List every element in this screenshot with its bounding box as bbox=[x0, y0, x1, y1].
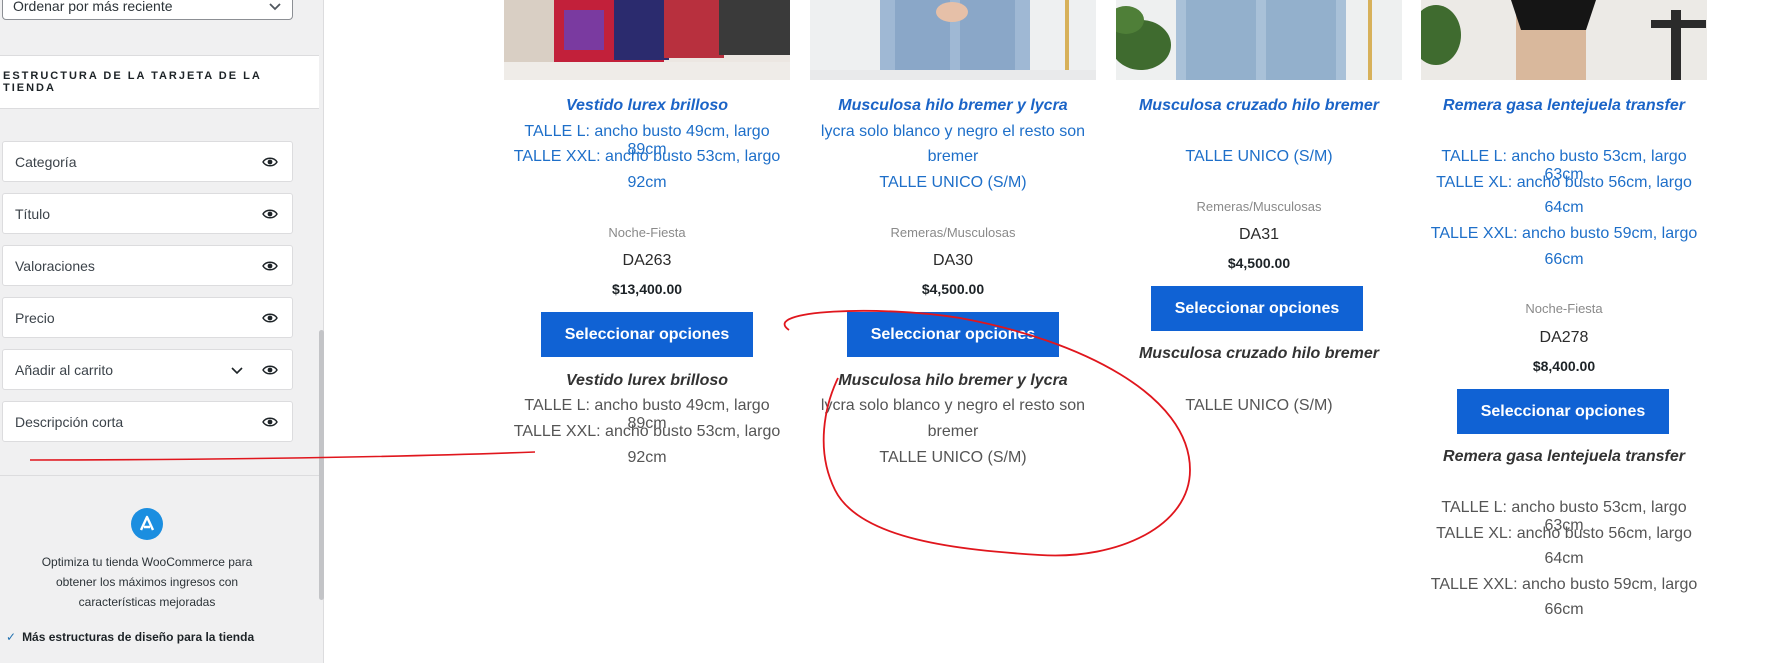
product-sku: DA30 bbox=[932, 252, 974, 269]
product-price: $4,500.00 bbox=[921, 281, 985, 297]
product-short-desc-line: 92cm bbox=[627, 449, 667, 466]
eye-icon[interactable] bbox=[262, 207, 278, 221]
product-desc-line: 92cm bbox=[627, 174, 667, 191]
product-desc-line: TALLE XXL: ancho busto 59cm, largo bbox=[1430, 225, 1698, 242]
feature-label: Más estructuras de diseño para la tienda bbox=[22, 630, 255, 644]
product-price: $4,500.00 bbox=[1227, 255, 1291, 271]
select-options-button[interactable]: Seleccionar opciones bbox=[1151, 286, 1363, 331]
product-title[interactable]: Musculosa cruzado hilo bremer bbox=[1116, 97, 1402, 115]
product-title-secondary: Vestido lurex brilloso bbox=[565, 372, 729, 389]
product-title-secondary: Musculosa hilo bremer y lycra bbox=[838, 372, 1068, 389]
select-options-button[interactable]: Seleccionar opciones bbox=[1457, 389, 1669, 434]
product-short-desc-line: TALLE UNICO (S/M) bbox=[1185, 397, 1333, 414]
card-item-label: Título bbox=[15, 206, 51, 222]
product-desc-line: 64cm bbox=[1544, 199, 1584, 216]
card-item-label: Precio bbox=[15, 310, 55, 326]
section-title: Estructura de la tarjeta de la tienda bbox=[0, 55, 319, 109]
check-icon: ✓ bbox=[6, 630, 17, 644]
card-item-price[interactable]: Precio bbox=[2, 297, 293, 338]
product-image[interactable] bbox=[1116, 0, 1402, 80]
product-title-secondary: Remera gasa lentejuela transfer bbox=[1443, 448, 1685, 465]
sidebar-divider bbox=[0, 475, 319, 476]
product-sku: DA263 bbox=[622, 252, 672, 269]
product-title[interactable]: Remera gasa lentejuela transfer bbox=[1421, 97, 1707, 115]
sidebar-scrollbar[interactable] bbox=[319, 330, 324, 600]
product-desc-line: TALLE UNICO (S/M) bbox=[879, 174, 1027, 191]
product-title[interactable]: Musculosa hilo bremer y lycra bbox=[810, 97, 1096, 115]
product-image[interactable] bbox=[504, 0, 790, 80]
product-desc-line: TALLE XL: ancho busto 56cm, largo bbox=[1436, 174, 1692, 191]
product-short-desc-line: 66cm bbox=[1544, 601, 1584, 618]
select-options-button[interactable]: Seleccionar opciones bbox=[541, 312, 753, 357]
eye-icon[interactable] bbox=[262, 259, 278, 273]
card-item-label: Categoría bbox=[15, 154, 77, 170]
product-short-desc-line: bremer bbox=[927, 423, 979, 440]
product-price: $8,400.00 bbox=[1532, 358, 1596, 374]
product-category[interactable]: Noche-Fiesta bbox=[1421, 301, 1707, 316]
product-desc-line: lycra solo blanco y negro el resto son bbox=[820, 123, 1086, 140]
product-category[interactable]: Noche-Fiesta bbox=[504, 225, 790, 240]
product-desc-line: 66cm bbox=[1544, 251, 1584, 268]
card-item-category[interactable]: Categoría bbox=[2, 141, 293, 182]
product-sku: DA31 bbox=[1238, 226, 1280, 243]
product-short-desc-line: 64cm bbox=[1544, 550, 1584, 567]
card-item-add-to-cart[interactable]: Añadir al carrito bbox=[2, 349, 293, 390]
eye-icon[interactable] bbox=[262, 155, 278, 169]
card-item-ratings[interactable]: Valoraciones bbox=[2, 245, 293, 286]
card-item-title[interactable]: Título bbox=[2, 193, 293, 234]
promo-text: Optimiza tu tienda WooCommerce para obte… bbox=[41, 555, 253, 609]
product-price: $13,400.00 bbox=[611, 281, 683, 297]
product-title-secondary: Musculosa cruzado hilo bremer bbox=[1138, 345, 1380, 362]
sort-select-value: Ordenar por más reciente bbox=[13, 0, 173, 14]
product-short-desc-line: lycra solo blanco y negro el resto son bbox=[820, 397, 1086, 414]
customizer-sidebar: Ordenar por más reciente Estructura de l… bbox=[0, 0, 324, 663]
card-item-short-description[interactable]: Descripción corta bbox=[2, 401, 293, 442]
eye-icon[interactable] bbox=[262, 311, 278, 325]
chevron-down-icon[interactable] bbox=[230, 363, 244, 377]
feature-item: ✓ Más estructuras de diseño para la tiend… bbox=[6, 630, 254, 644]
product-sku: DA278 bbox=[1539, 329, 1589, 346]
product-image[interactable] bbox=[1421, 0, 1707, 80]
card-item-label: Añadir al carrito bbox=[15, 362, 114, 378]
product-desc-line: TALLE UNICO (S/M) bbox=[1185, 148, 1333, 165]
product-desc-line: TALLE XXL: ancho busto 53cm, largo bbox=[513, 148, 781, 165]
astra-logo-icon bbox=[131, 508, 163, 540]
product-desc-line: bremer bbox=[927, 148, 979, 165]
select-options-button[interactable]: Seleccionar opciones bbox=[847, 312, 1059, 357]
card-item-label: Descripción corta bbox=[15, 414, 124, 430]
product-short-desc-line: TALLE XXL: ancho busto 59cm, largo bbox=[1430, 576, 1698, 593]
eye-icon[interactable] bbox=[262, 415, 278, 429]
product-short-desc-line: TALLE XL: ancho busto 56cm, largo bbox=[1436, 525, 1692, 542]
sort-select[interactable]: Ordenar por más reciente bbox=[2, 0, 293, 20]
product-short-desc-line: TALLE XXL: ancho busto 53cm, largo bbox=[513, 423, 781, 440]
product-category[interactable]: Remeras/Musculosas bbox=[1116, 199, 1402, 214]
card-item-label: Valoraciones bbox=[15, 258, 95, 274]
product-category[interactable]: Remeras/Musculosas bbox=[810, 225, 1096, 240]
product-image[interactable] bbox=[810, 0, 1096, 80]
chevron-down-icon bbox=[269, 3, 281, 11]
product-title[interactable]: Vestido lurex brilloso bbox=[504, 97, 790, 115]
product-short-desc-line: TALLE UNICO (S/M) bbox=[879, 449, 1027, 466]
eye-icon[interactable] bbox=[262, 363, 278, 377]
